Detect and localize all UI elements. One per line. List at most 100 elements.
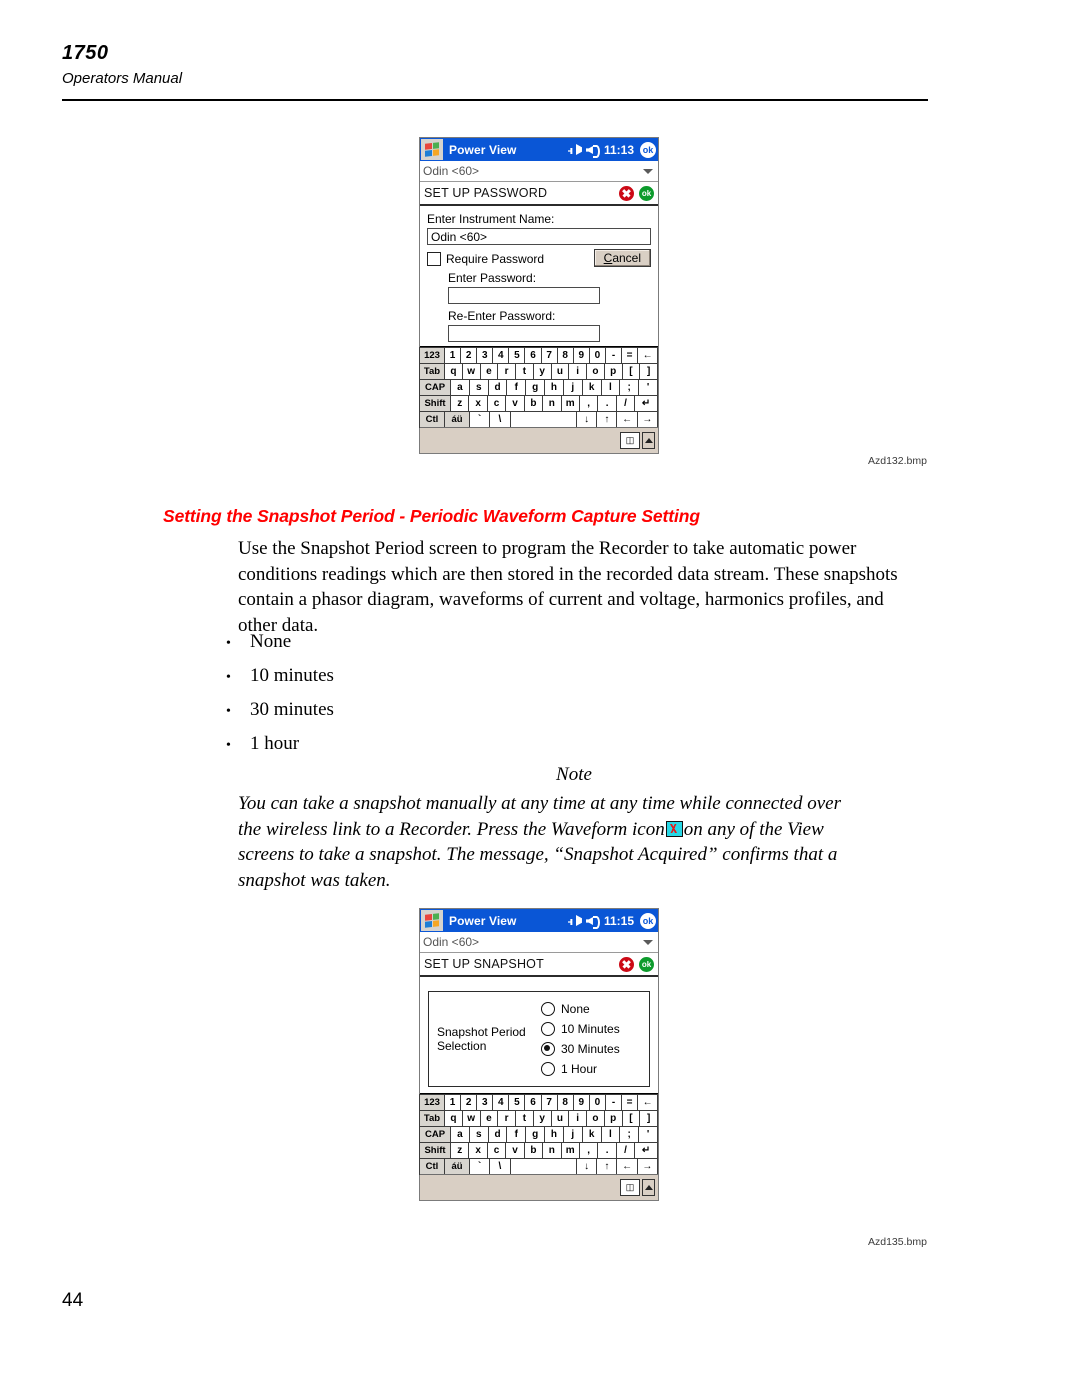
key-1[interactable]: 1 [444, 1094, 462, 1111]
key-h[interactable]: h [544, 1126, 564, 1143]
key-4[interactable]: 4 [492, 347, 510, 364]
key-'[interactable]: ' [638, 1126, 658, 1143]
key-9[interactable]: 9 [572, 347, 590, 364]
require-password-checkbox[interactable] [427, 252, 441, 266]
chevron-down-icon[interactable] [643, 168, 653, 174]
key-7[interactable]: 7 [540, 1094, 558, 1111]
key-v[interactable]: v [505, 1142, 525, 1159]
key-1[interactable]: 1 [444, 347, 462, 364]
key-x[interactable]: x [468, 1142, 488, 1159]
clock[interactable]: 11:13 [604, 143, 634, 157]
device-selector-combo[interactable]: Odin <60> [420, 161, 658, 182]
key-↵[interactable]: ↵ [634, 395, 658, 412]
key-123[interactable]: 123 [419, 347, 445, 364]
radio-icon[interactable] [541, 1002, 555, 1016]
key-][interactable]: ] [639, 1110, 658, 1127]
key-f[interactable]: f [506, 379, 527, 396]
key-5[interactable]: 5 [508, 347, 526, 364]
key-r[interactable]: r [497, 1110, 516, 1127]
key-z[interactable]: z [450, 1142, 470, 1159]
key-e[interactable]: e [479, 1110, 499, 1127]
key-2[interactable]: 2 [460, 1094, 478, 1111]
key-a[interactable]: a [450, 1126, 470, 1143]
close-icon[interactable] [619, 185, 634, 201]
key-áü[interactable]: áü [444, 411, 470, 428]
key-o[interactable]: o [586, 363, 605, 380]
key-↓[interactable]: ↓ [575, 1158, 598, 1175]
key-][interactable]: ] [639, 363, 658, 380]
key-k[interactable]: k [581, 1126, 602, 1143]
radio-option-30-minutes[interactable]: 30 Minutes [541, 1042, 620, 1056]
device-selector-combo[interactable]: Odin <60> [420, 932, 658, 953]
instrument-name-input[interactable]: Odin <60> [427, 228, 651, 245]
key-Tab[interactable]: Tab [419, 363, 445, 380]
key-j[interactable]: j [562, 1126, 583, 1143]
key-a[interactable]: a [450, 379, 470, 396]
key-=[interactable]: = [621, 1094, 639, 1111]
key-w[interactable]: w [461, 363, 481, 380]
key-;[interactable]: ; [619, 379, 640, 396]
key-`[interactable]: ` [469, 411, 491, 428]
key-i[interactable]: i [568, 1110, 587, 1127]
key-d[interactable]: d [487, 1126, 508, 1143]
key-CAP[interactable]: CAP [419, 379, 451, 396]
key-n[interactable]: n [542, 1142, 562, 1159]
radio-icon[interactable] [541, 1022, 555, 1036]
key-d[interactable]: d [487, 379, 508, 396]
key-0[interactable]: 0 [588, 347, 606, 364]
key-0[interactable]: 0 [588, 1094, 606, 1111]
titlebar-ok-button[interactable]: ok [640, 912, 656, 929]
key-/[interactable]: / [615, 395, 636, 412]
key-w[interactable]: w [461, 1110, 481, 1127]
caret-up-icon[interactable] [642, 432, 655, 449]
key-b[interactable]: b [523, 395, 544, 412]
key-6[interactable]: 6 [524, 347, 542, 364]
key-\[interactable]: \ [489, 1158, 511, 1175]
key-áü[interactable]: áü [444, 1158, 470, 1175]
key-3[interactable]: 3 [476, 1094, 494, 1111]
windows-flag-icon[interactable] [421, 139, 443, 160]
key-c[interactable]: c [486, 1142, 507, 1159]
key-s[interactable]: s [468, 379, 489, 396]
connectivity-icon[interactable] [568, 143, 582, 156]
key-s[interactable]: s [468, 1126, 489, 1143]
key-123[interactable]: 123 [419, 1094, 445, 1111]
enter-password-input[interactable] [448, 287, 600, 304]
titlebar-ok-button[interactable]: ok [640, 141, 656, 158]
key-q[interactable]: q [444, 363, 463, 380]
key-←[interactable]: ← [637, 1094, 658, 1111]
key-←[interactable]: ← [616, 1158, 638, 1175]
key-→[interactable]: → [636, 1158, 658, 1175]
key-Ctl[interactable]: Ctl [419, 411, 445, 428]
key-t[interactable]: t [515, 363, 534, 380]
key-'[interactable]: ' [638, 379, 658, 396]
key-e[interactable]: e [479, 363, 499, 380]
key-i[interactable]: i [568, 363, 587, 380]
key-,[interactable]: , [578, 1142, 599, 1159]
key-u[interactable]: u [550, 363, 570, 380]
confirm-ok-button[interactable]: ok [639, 956, 654, 972]
key-9[interactable]: 9 [572, 1094, 590, 1111]
key-↑[interactable]: ↑ [596, 1158, 618, 1175]
key-g[interactable]: g [525, 1126, 546, 1143]
key-u[interactable]: u [550, 1110, 570, 1127]
key-Tab[interactable]: Tab [419, 1110, 445, 1127]
windows-flag-icon[interactable] [421, 910, 443, 931]
key-[[interactable]: [ [621, 363, 641, 380]
reenter-password-input[interactable] [448, 325, 600, 342]
keyboard-icon[interactable]: ◫ [620, 432, 640, 449]
key-Shift[interactable]: Shift [419, 1142, 451, 1159]
key-↑[interactable]: ↑ [596, 411, 618, 428]
radio-option-none[interactable]: None [541, 1002, 620, 1016]
key-←[interactable]: ← [616, 411, 638, 428]
key--[interactable]: - [604, 1094, 623, 1111]
key-g[interactable]: g [525, 379, 546, 396]
key-p[interactable]: p [603, 1110, 623, 1127]
key-t[interactable]: t [515, 1110, 534, 1127]
key-l[interactable]: l [600, 1126, 621, 1143]
key--[interactable]: - [604, 347, 623, 364]
soft-keyboard[interactable]: 123 1 2 3 4 5 6 7 8 9 0- = ← Tab q w e r t y u i o p[] CAP a s d f… [419, 1093, 658, 1200]
confirm-ok-button[interactable]: ok [639, 185, 654, 201]
key-6[interactable]: 6 [524, 1094, 542, 1111]
key-8[interactable]: 8 [556, 1094, 574, 1111]
